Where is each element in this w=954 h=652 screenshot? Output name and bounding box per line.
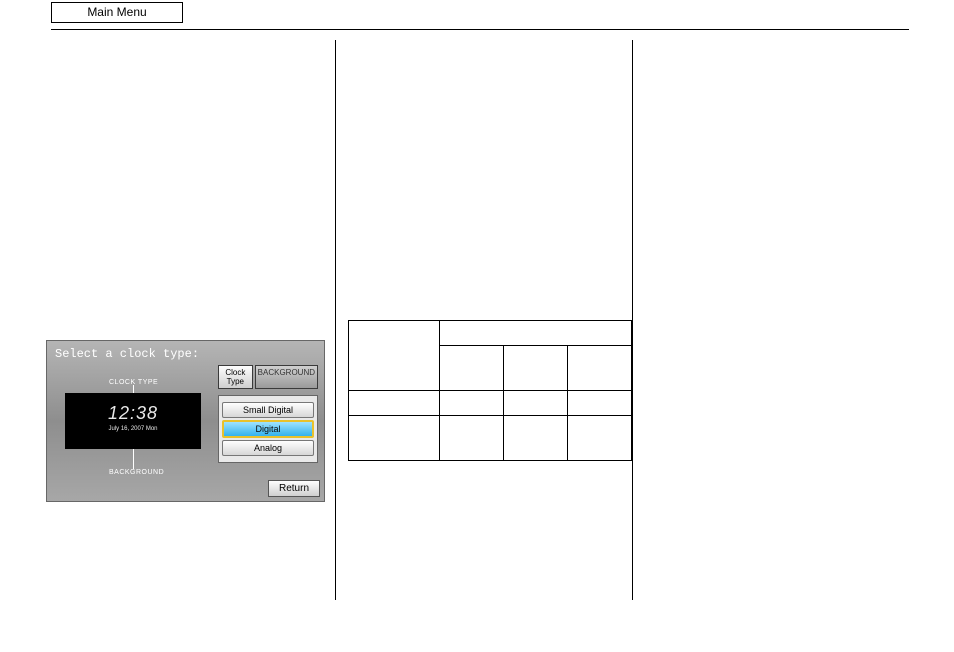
table-cell: [504, 346, 568, 391]
prompt-text: Select a clock type:: [55, 347, 199, 361]
header-rule: [51, 29, 909, 30]
main-menu-header: Main Menu: [51, 2, 183, 23]
table-cell: [568, 416, 632, 461]
option-small-digital[interactable]: Small Digital: [222, 402, 314, 418]
spec-table: [348, 320, 632, 461]
tab-row: Clock Type BACKGROUND: [218, 365, 318, 389]
preview-time: 12:38: [65, 403, 201, 424]
preview-pane: CLOCK TYPE 12:38 July 16, 2007 Mon BACKG…: [53, 367, 213, 493]
tab-background[interactable]: BACKGROUND: [255, 365, 318, 389]
table-cell: [349, 416, 440, 461]
background-label: BACKGROUND: [109, 469, 164, 476]
pointer-line: [133, 449, 134, 469]
device-screenshot: Select a clock type: CLOCK TYPE 12:38 Ju…: [46, 340, 325, 502]
return-button[interactable]: Return: [268, 480, 320, 497]
table-cell: [440, 391, 504, 416]
options-pane: Clock Type BACKGROUND Small Digital Digi…: [218, 365, 318, 463]
table-cell: [440, 321, 632, 346]
table-cell: [440, 346, 504, 391]
table-cell: [504, 416, 568, 461]
table-cell: [568, 391, 632, 416]
table-cell: [349, 321, 440, 391]
table-cell: [440, 416, 504, 461]
column-divider: [335, 40, 336, 600]
tab-clock-type[interactable]: Clock Type: [218, 365, 253, 389]
clock-preview: 12:38 July 16, 2007 Mon: [65, 393, 201, 449]
option-digital[interactable]: Digital: [222, 420, 314, 438]
table-cell: [349, 391, 440, 416]
column-divider: [632, 40, 633, 600]
option-analog[interactable]: Analog: [222, 440, 314, 456]
preview-date: July 16, 2007 Mon: [65, 426, 201, 432]
options-list: Small Digital Digital Analog: [218, 395, 318, 463]
pointer-line: [133, 385, 134, 393]
table-cell: [504, 391, 568, 416]
table-cell: [568, 346, 632, 391]
